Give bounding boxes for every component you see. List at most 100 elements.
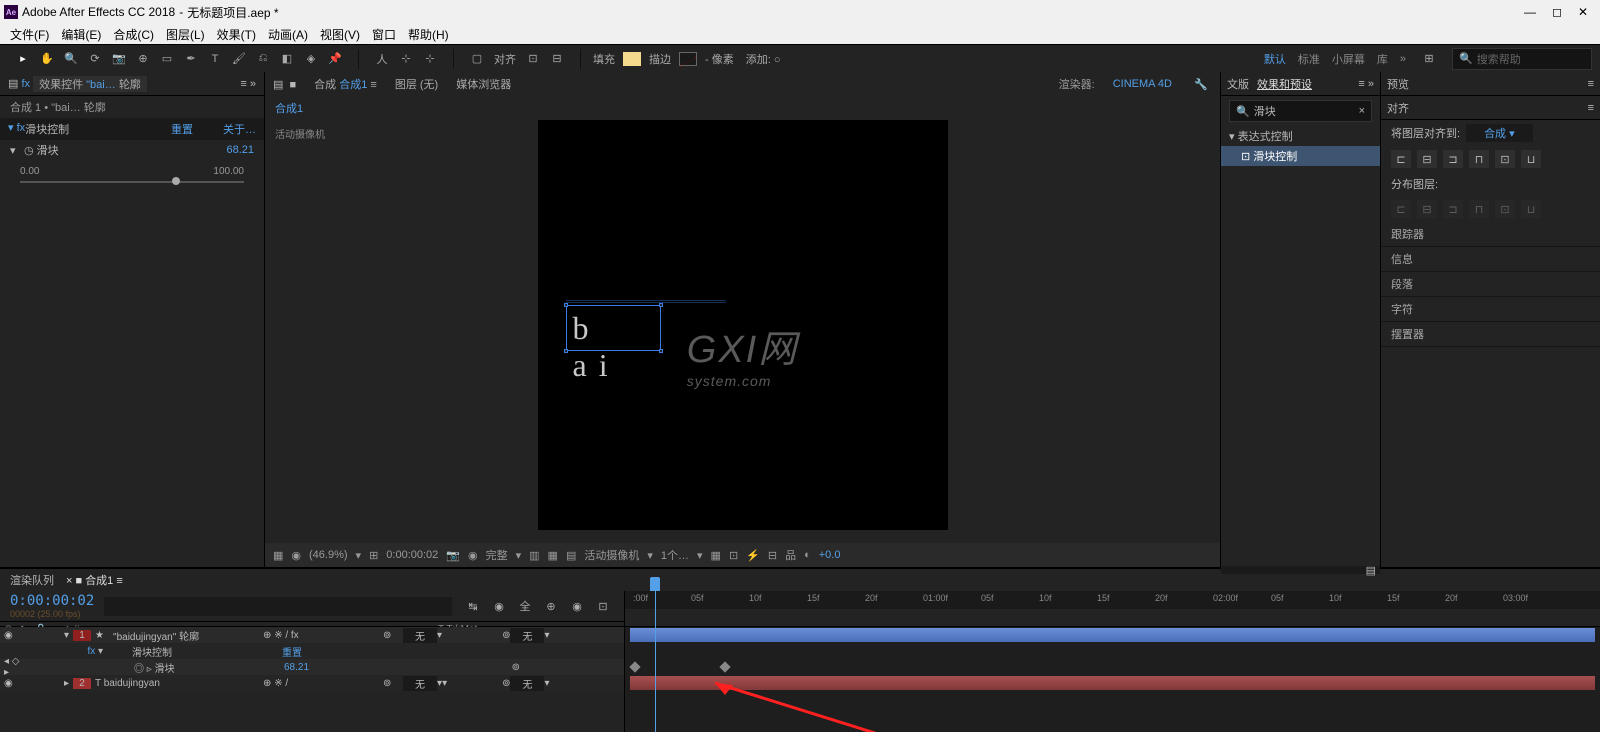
workspace-library[interactable]: 库 [1377, 51, 1388, 67]
layer-row[interactable]: ◉ ▸2 T baidujingyan ⊕ ※ / ⊚ 无▾ ▾ ⊚无▾ [0, 675, 624, 691]
view-axis-icon[interactable]: ⊹ [419, 48, 441, 70]
fx-reset[interactable]: 重置 [171, 121, 193, 137]
slider-thumb[interactable] [172, 177, 180, 185]
tab-timeline-comp[interactable]: × ■ 合成1 ≡ [66, 572, 123, 588]
camera-select[interactable]: 活动摄像机 [584, 547, 639, 563]
layer-slider-row[interactable]: ◂ ◇ ▸ ◎ ▹ 滑块 68.21 ⊚ [0, 659, 624, 675]
grid-icon[interactable]: ▦ [548, 549, 558, 562]
tab-composition[interactable]: 合成 合成1 ≡ [314, 76, 377, 92]
clear-search-icon[interactable]: × [1359, 105, 1365, 117]
pixel-aspect-icon[interactable]: ⊡ [729, 549, 738, 562]
menu-effect[interactable]: 效果(T) [211, 26, 262, 43]
menu-view[interactable]: 视图(V) [314, 26, 366, 43]
tab-effects-presets[interactable]: 效果和预设 [1257, 76, 1312, 92]
timeline-timecode[interactable]: 0:00:00:02 [10, 593, 94, 609]
tl-mb-icon[interactable]: ⊕ [540, 595, 562, 617]
keyframe[interactable] [629, 661, 640, 672]
fx-about[interactable]: 关于… [223, 121, 256, 137]
zoom-value[interactable]: (46.9%) [309, 549, 348, 561]
align-left-button[interactable]: ⊏ [1391, 150, 1411, 168]
effects-search[interactable]: 🔍 滑块 × [1229, 100, 1372, 122]
snapshot-icon[interactable]: 📷 [446, 549, 460, 562]
timecode[interactable]: 0:00:00:02 [386, 549, 438, 561]
resolution-icon[interactable]: ⊞ [369, 549, 378, 562]
align-right-button[interactable]: ⊐ [1443, 150, 1463, 168]
tab-preview[interactable]: 预览 [1387, 76, 1409, 92]
camera-tool-icon[interactable]: 📷 [108, 48, 130, 70]
menu-window[interactable]: 窗口 [366, 26, 402, 43]
tab-media-browser[interactable]: 媒体浏览器 [456, 76, 511, 92]
align-vcenter-button[interactable]: ⊡ [1495, 150, 1515, 168]
roto-tool-icon[interactable]: ◈ [300, 48, 322, 70]
tab-render-queue[interactable]: 渲染队列 [10, 572, 54, 588]
align-bottom-button[interactable]: ⊔ [1521, 150, 1541, 168]
workspace-overflow-icon[interactable]: » [1400, 53, 1406, 65]
minimize-button[interactable]: — [1524, 5, 1536, 19]
clone-tool-icon[interactable]: ⎌ [252, 48, 274, 70]
resolution-value[interactable]: 完整 [486, 547, 508, 563]
fx-row[interactable]: ▾ fx 滑块控制 重置 关于… [0, 118, 264, 140]
menu-edit[interactable]: 编辑(E) [55, 26, 107, 43]
snap-opt1-icon[interactable]: ⊡ [522, 48, 544, 70]
tab-project[interactable]: 文版 [1227, 76, 1249, 92]
world-axis-icon[interactable]: ⊹ [395, 48, 417, 70]
workspace-small[interactable]: 小屏幕 [1332, 51, 1365, 67]
panel-menu-icon[interactable]: ▤ ■ [273, 78, 296, 91]
menu-help[interactable]: 帮助(H) [402, 26, 455, 43]
views-select[interactable]: 1个… [661, 547, 689, 563]
effects-item-slider[interactable]: ⊡ 滑块控制 [1221, 146, 1380, 166]
effects-category[interactable]: ▾ 表达式控制 [1221, 126, 1380, 146]
shape-tool-icon[interactable]: ▭ [156, 48, 178, 70]
guides-icon[interactable]: ▤ [566, 549, 576, 562]
menu-file[interactable]: 文件(F) [4, 26, 55, 43]
fill-label[interactable]: 填充 [589, 51, 619, 67]
panel-character[interactable]: 字符 [1381, 297, 1600, 322]
puppet-tool-icon[interactable]: 📌 [324, 48, 346, 70]
panel-wiggler[interactable]: 摆置器 [1381, 322, 1600, 347]
workspace-default[interactable]: 默认 [1264, 51, 1286, 67]
composition-viewer[interactable]: GXI网 system.com b ai [538, 120, 948, 530]
stroke-px[interactable]: - 像素 [701, 51, 738, 67]
snap-icon[interactable]: ▢ [466, 48, 488, 70]
magnification-icon[interactable]: ▦ [273, 549, 283, 562]
timeline-ruler[interactable]: :00f05f10f15f20f01:00f05f10f15f20f02:00f… [625, 591, 1600, 609]
timeline-search[interactable] [104, 597, 452, 616]
effect-controls-tab[interactable]: 效果控件 "bai… 轮廓 [33, 76, 147, 92]
channel-icon[interactable]: ◉ [468, 549, 478, 562]
comp-breadcrumb[interactable]: 合成1 [275, 103, 303, 115]
keyframe[interactable] [719, 661, 730, 672]
panel-paragraph[interactable]: 段落 [1381, 272, 1600, 297]
renderer-settings-icon[interactable]: 🔧 [1190, 73, 1212, 95]
tl-brain-icon[interactable]: ⊡ [592, 595, 614, 617]
text-layer-box[interactable]: b ai [566, 305, 661, 351]
orbit-tool-icon[interactable]: ⟳ [84, 48, 106, 70]
eraser-tool-icon[interactable]: ◧ [276, 48, 298, 70]
panel-tracker[interactable]: 跟踪器 [1381, 222, 1600, 247]
align-top-button[interactable]: ⊓ [1469, 150, 1489, 168]
mask-icon[interactable]: ◉ [291, 549, 301, 562]
snap-opt2-icon[interactable]: ⊟ [546, 48, 568, 70]
sync-icon[interactable]: ⊞ [1418, 48, 1440, 70]
selection-tool-icon[interactable]: ▸ [12, 48, 34, 70]
stroke-label[interactable]: 描边 [645, 51, 675, 67]
slider-value[interactable]: 68.21 [226, 144, 254, 156]
add-label[interactable]: 添加: ○ [742, 51, 785, 67]
brush-tool-icon[interactable]: 🖌 [228, 48, 250, 70]
stroke-swatch[interactable] [679, 52, 697, 66]
maximize-button[interactable]: ◻ [1552, 5, 1562, 19]
menu-layer[interactable]: 图层(L) [160, 26, 211, 43]
help-search[interactable]: 🔍 搜索帮助 [1452, 48, 1592, 70]
playhead[interactable] [650, 577, 660, 591]
zoom-tool-icon[interactable]: 🔍 [60, 48, 82, 70]
tab-layer[interactable]: 图层 (无) [395, 76, 438, 92]
close-button[interactable]: ✕ [1578, 5, 1588, 19]
slider-track[interactable] [20, 181, 244, 183]
layer-fx-row[interactable]: fx ▾ 滑块控制 重置 [0, 643, 624, 659]
timeline-icon[interactable]: ⊟ [768, 549, 777, 562]
flowchart-icon[interactable]: 品 [785, 547, 796, 563]
view-opt-icon[interactable]: ▦ [711, 549, 721, 562]
tl-draft-icon[interactable]: 全 [514, 595, 536, 617]
fast-preview-icon[interactable]: ⚡ [746, 549, 760, 562]
tab-align[interactable]: 对齐 [1387, 100, 1409, 116]
type-tool-icon[interactable]: T [204, 48, 226, 70]
